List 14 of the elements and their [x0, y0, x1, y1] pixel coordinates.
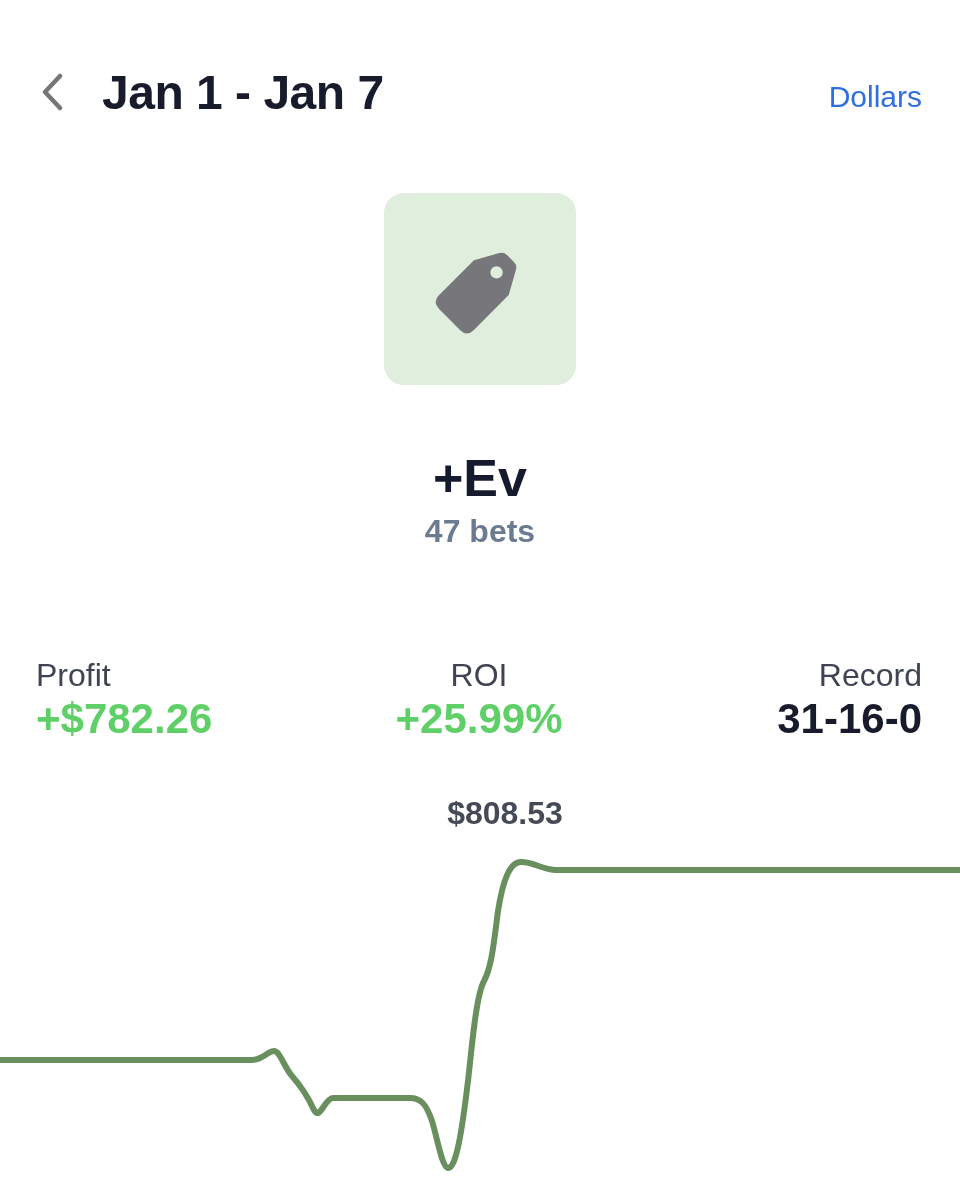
stat-value: +25.99%	[395, 695, 563, 743]
tag-icon	[384, 193, 576, 385]
stat-label: Profit	[36, 656, 111, 695]
back-button[interactable]	[40, 73, 64, 111]
chevron-left-icon	[40, 73, 64, 111]
stat-label: ROI	[450, 656, 508, 695]
stat-value: 31-16-0	[777, 695, 922, 743]
bet-count: 47 bets	[424, 512, 536, 551]
stat-value: +$782.26	[36, 695, 213, 743]
date-range-title: Jan 1 - Jan 7	[102, 64, 384, 120]
currency-toggle-link[interactable]: Dollars	[828, 80, 922, 114]
strategy-name: +Ev	[433, 448, 527, 508]
peak-value-label: $808.53	[447, 795, 563, 831]
stat-label: Record	[818, 656, 922, 695]
